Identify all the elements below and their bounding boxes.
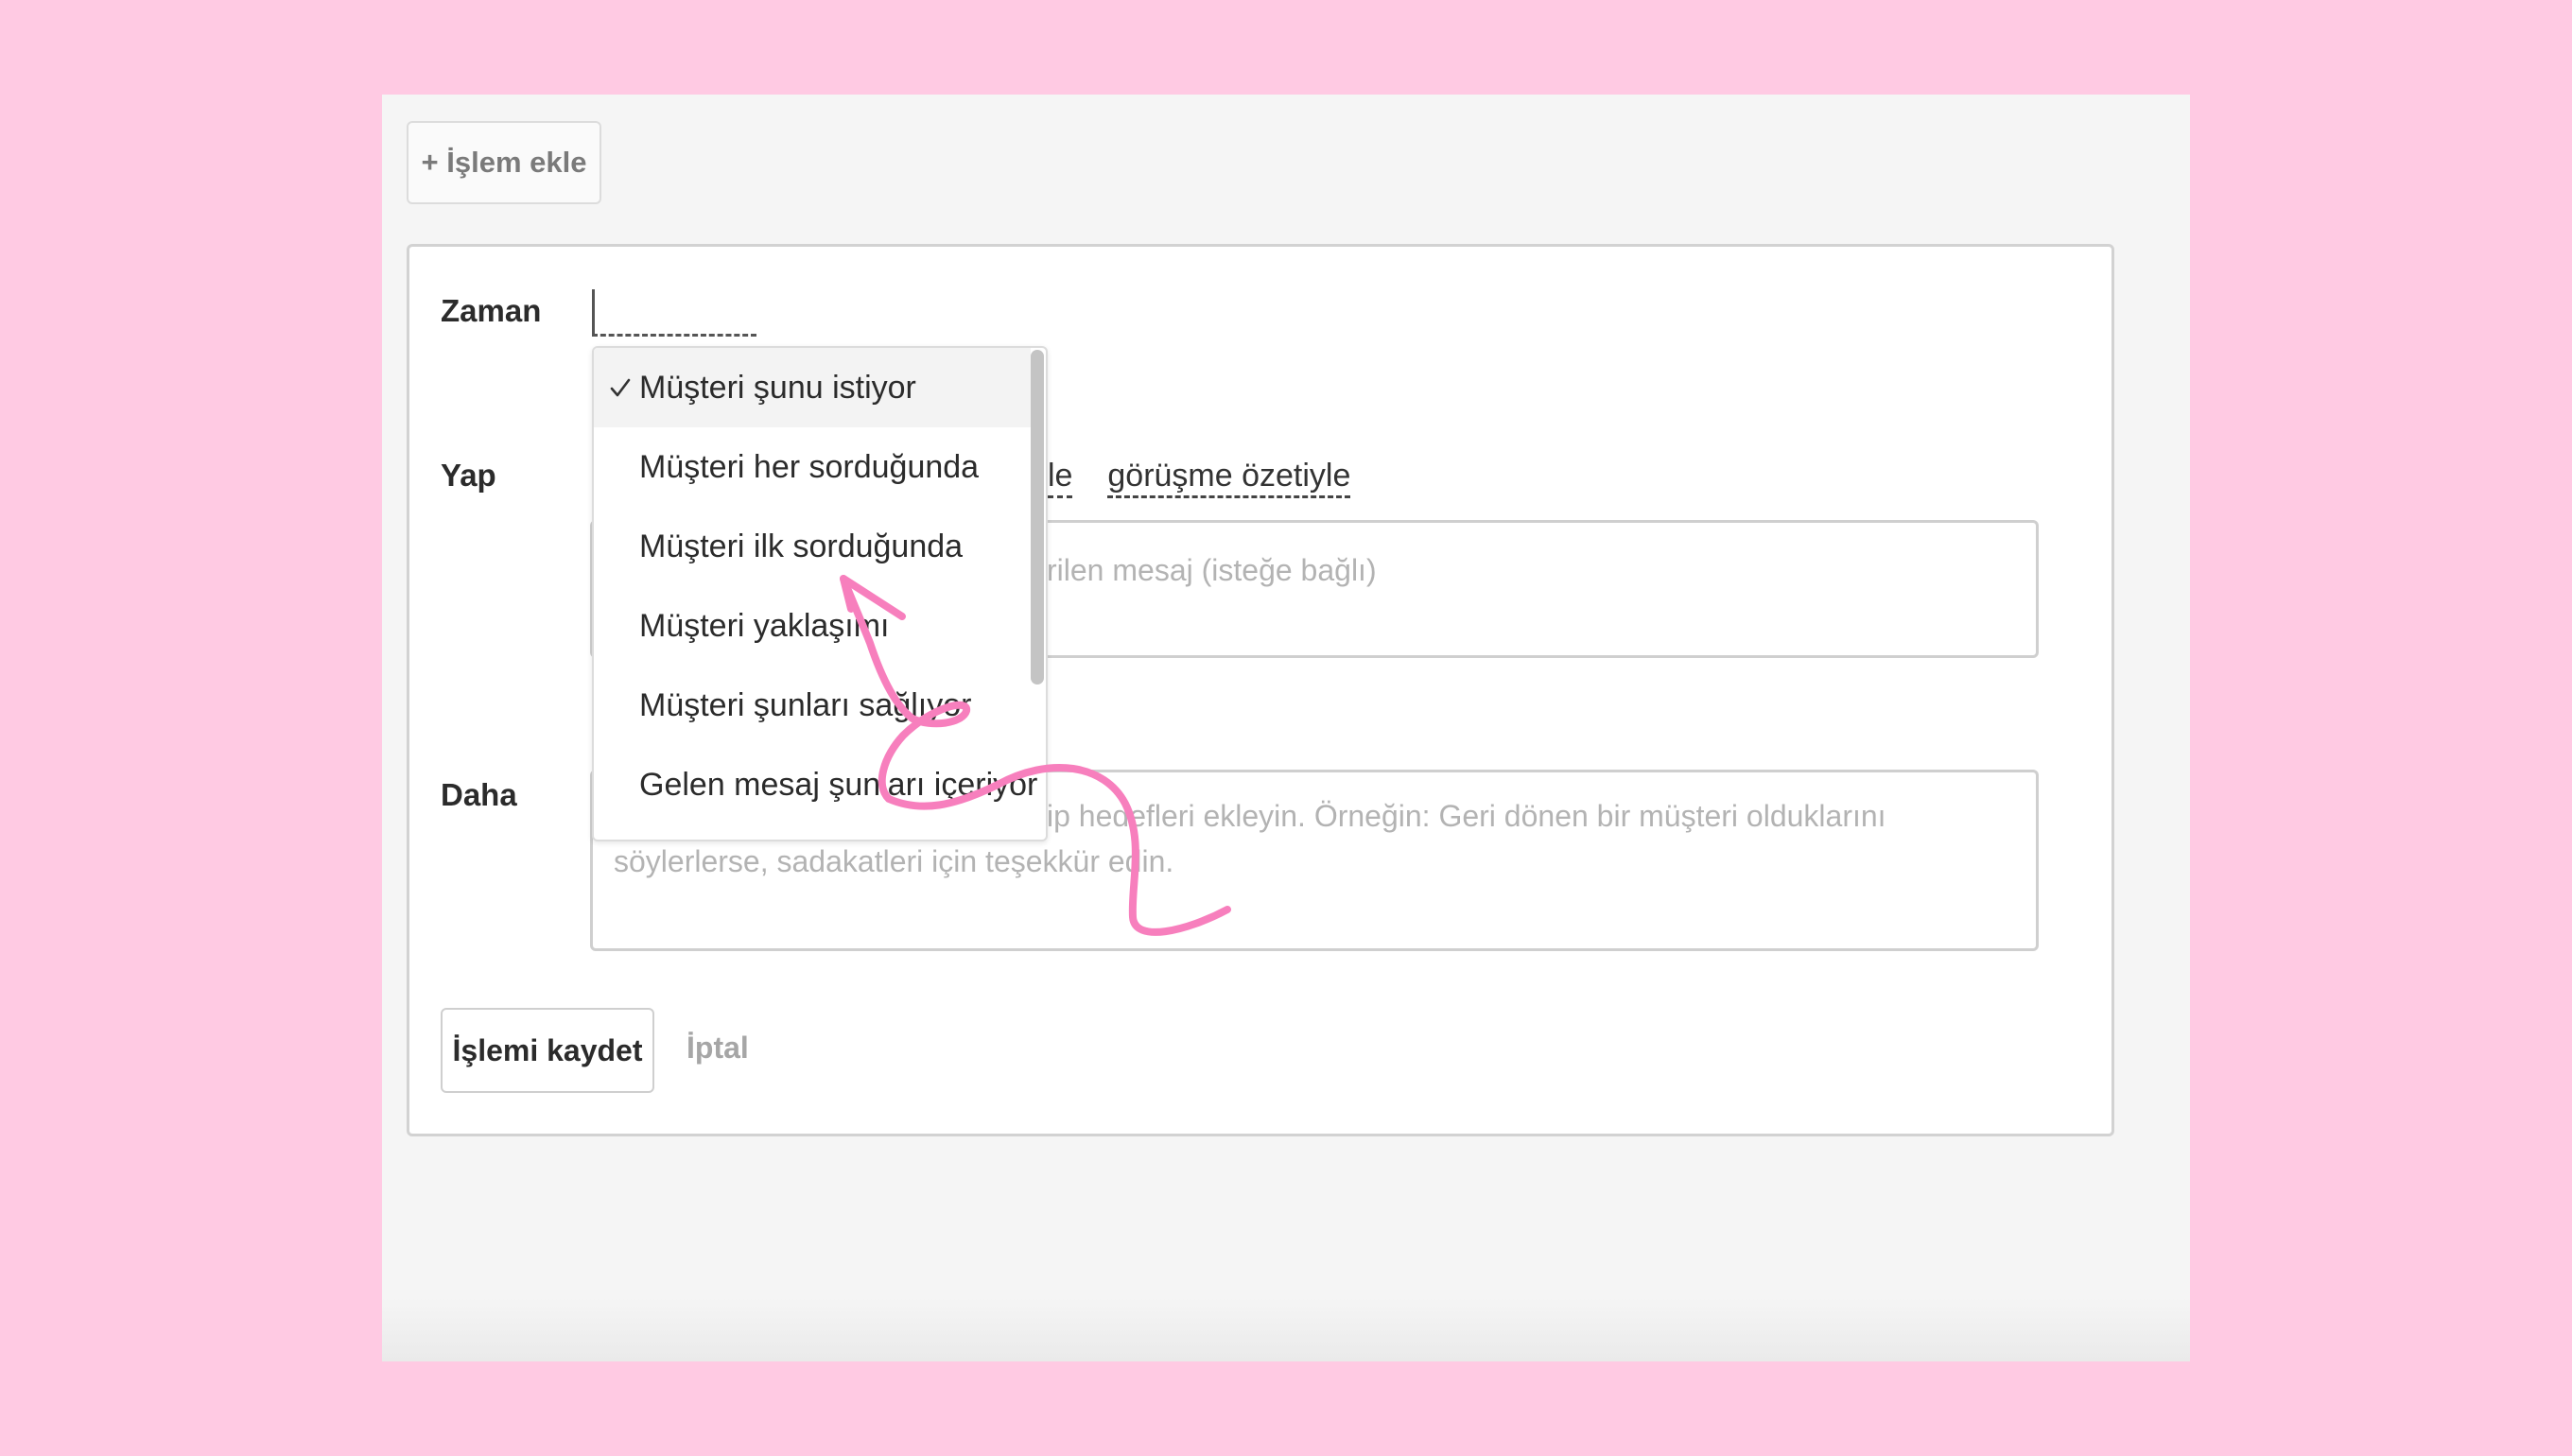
more-placeholder-line-1: ip hedefleri ekleyin. Örneğin: Geri döne… xyxy=(1047,799,1886,833)
yap-option-partial[interactable]: le xyxy=(1048,458,1073,498)
add-action-button[interactable]: + İşlem ekle xyxy=(407,121,601,204)
dropdown-item-label: Müşteri ilk sorduğunda xyxy=(639,528,964,564)
yap-label: Yap xyxy=(441,458,496,493)
daha-label: Daha xyxy=(441,777,517,812)
dropdown-item-label: Müşteri yaklaşımı xyxy=(639,607,890,644)
zaman-label: Zaman xyxy=(441,293,542,328)
zaman-dropdown-menu: Müşteri şunu istiyor Müşteri her sorduğu… xyxy=(592,346,1048,841)
dropdown-item-2[interactable]: Müşteri ilk sorduğunda xyxy=(594,507,1031,586)
dropdown-scrollbar[interactable] xyxy=(1031,350,1044,685)
dropdown-item-label: Müşteri her sorduğunda xyxy=(639,448,980,485)
dropdown-item-label: Gelen mesaj şunları içeriyor xyxy=(639,766,1038,803)
cancel-link[interactable]: İptal xyxy=(686,1031,749,1066)
zaman-select-field[interactable] xyxy=(592,289,756,337)
dropdown-item-label: Müşteri şunları sağlıyor xyxy=(639,686,972,723)
message-placeholder: rilen mesaj (isteğe bağlı) xyxy=(1047,553,1377,587)
check-icon xyxy=(610,378,631,397)
yap-options: le görüşme özetiyle xyxy=(1048,458,1351,498)
yap-option-summary[interactable]: görüşme özetiyle xyxy=(1107,458,1351,498)
dropdown-item-label: Müşteri şunu istiyor xyxy=(639,369,916,406)
save-action-button[interactable]: İşlemi kaydet xyxy=(441,1008,654,1093)
dropdown-item-1[interactable]: Müşteri her sorduğunda xyxy=(594,427,1031,507)
dropdown-item-4[interactable]: Müşteri şunları sağlıyor xyxy=(594,666,1031,745)
more-placeholder-line-2: söylerlerse, sadakatleri için teşekkür e… xyxy=(614,844,1174,878)
dropdown-item-0[interactable]: Müşteri şunu istiyor xyxy=(594,348,1031,427)
dropdown-item-3[interactable]: Müşteri yaklaşımı xyxy=(594,586,1031,666)
dropdown-item-5[interactable]: Gelen mesaj şunları içeriyor xyxy=(594,745,1037,824)
